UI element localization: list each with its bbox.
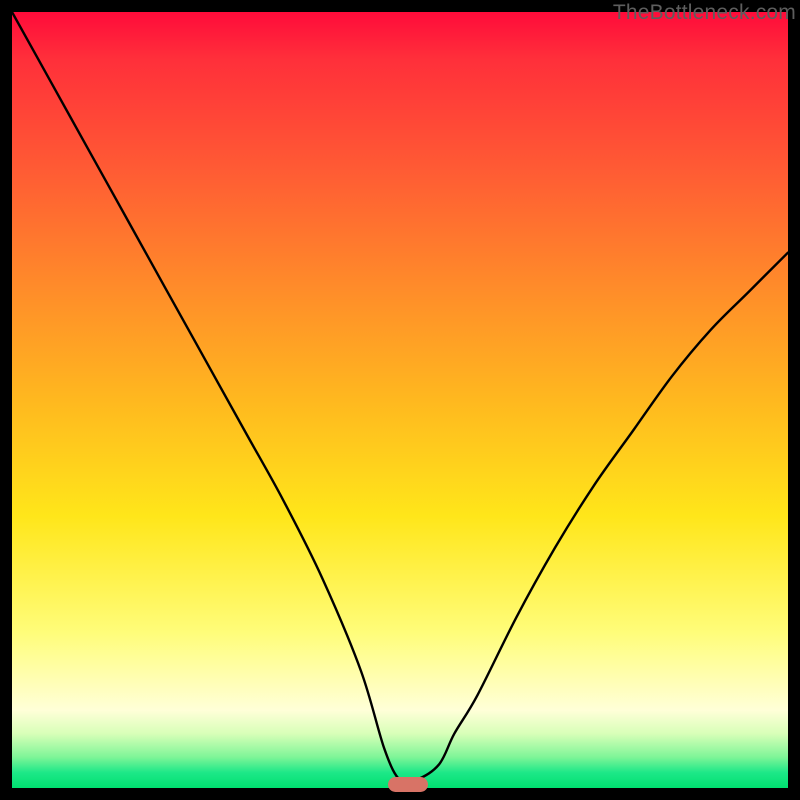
chart-frame: TheBottleneck.com: [0, 0, 800, 800]
bottleneck-curve: [12, 12, 788, 788]
plot-area: [12, 12, 788, 788]
watermark-text: TheBottleneck.com: [613, 1, 796, 25]
optimal-marker: [388, 777, 428, 792]
